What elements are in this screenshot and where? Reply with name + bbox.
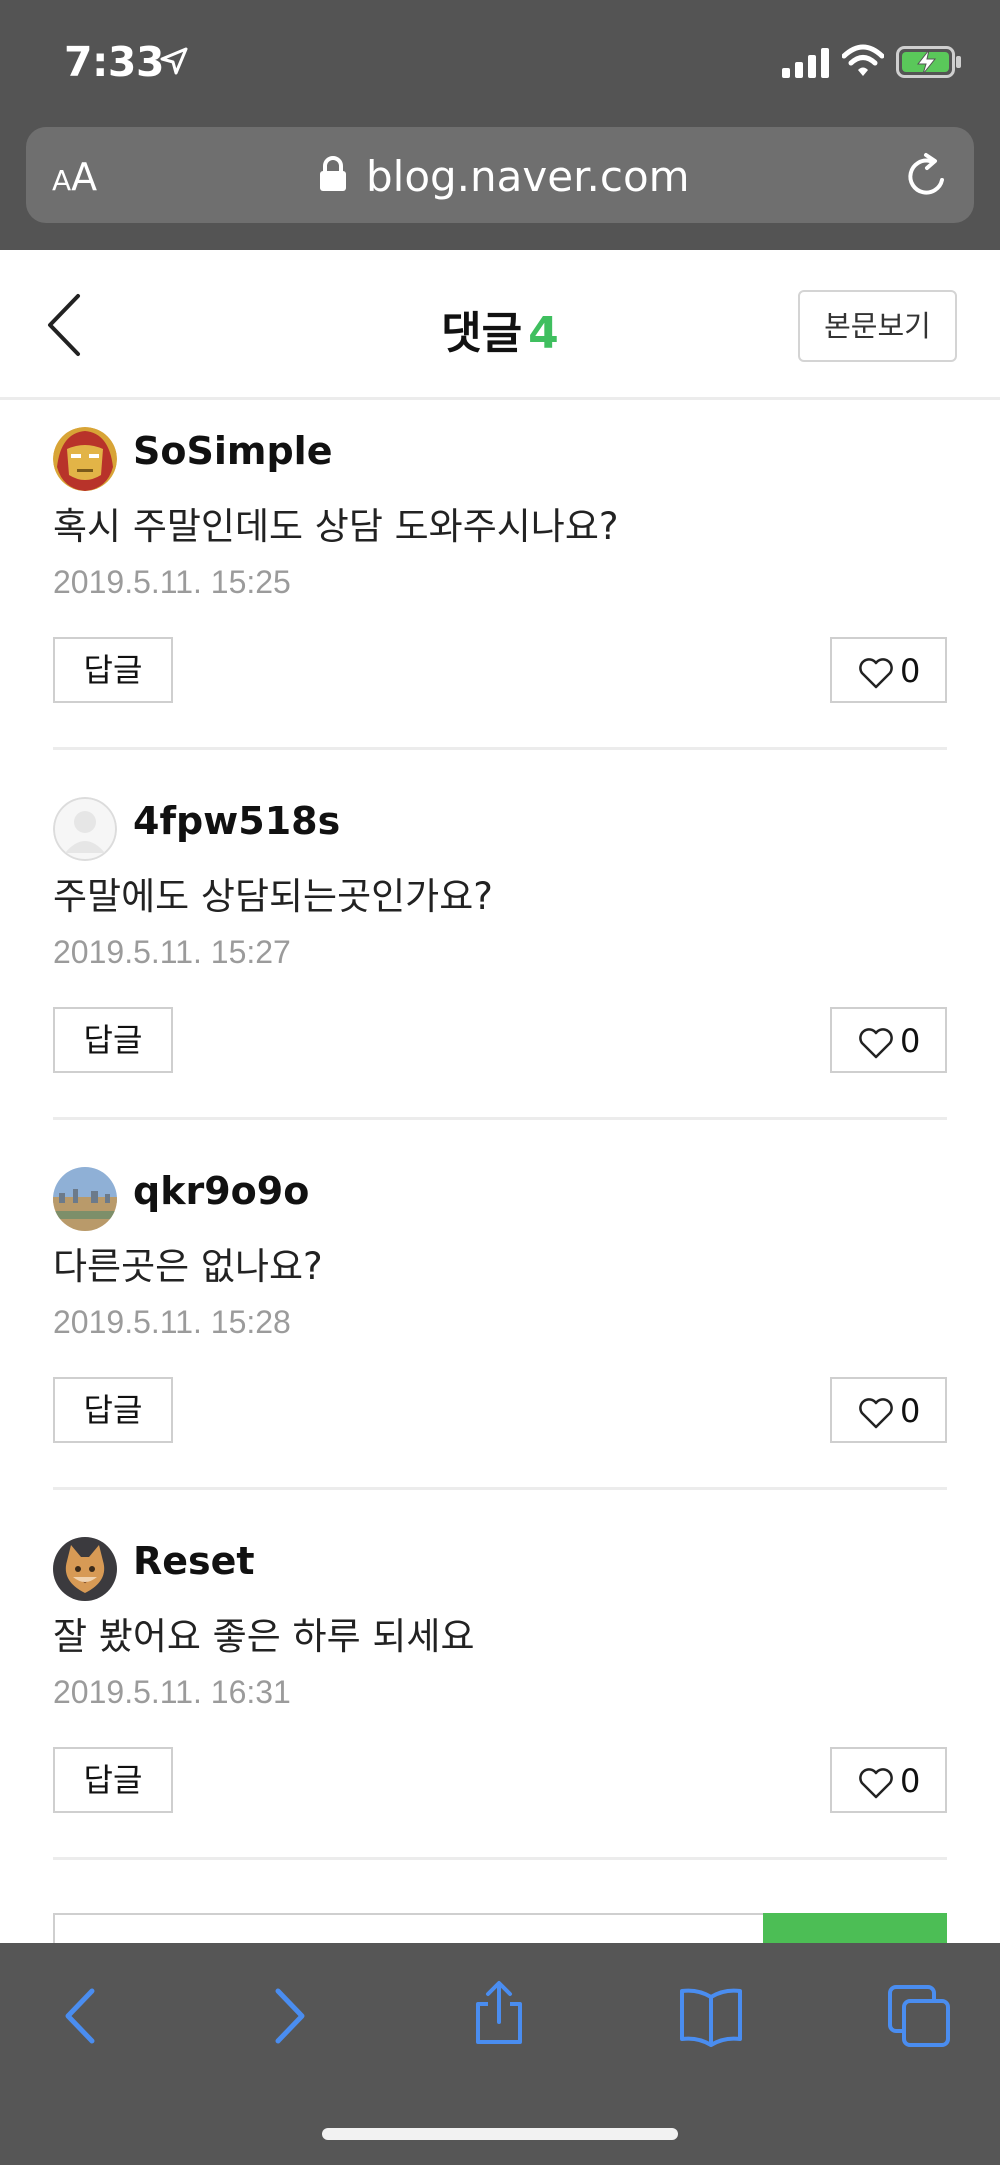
url-text[interactable]: blog.naver.com (366, 152, 690, 201)
lock-icon (320, 156, 346, 191)
heart-icon (859, 658, 893, 689)
comment-item: 4fpw518s 주말에도 상담되는곳인가요? 2019.5.11. 15:27… (0, 770, 1000, 1140)
divider (53, 1487, 947, 1490)
status-time: 7:33 (64, 38, 164, 86)
comment-date: 2019.5.11. 16:31 (53, 1674, 291, 1710)
reply-button[interactable]: 답글 (53, 1007, 173, 1073)
heart-icon (859, 1028, 893, 1059)
heart-icon (859, 1398, 893, 1429)
heart-icon (859, 1768, 893, 1799)
comment-username[interactable]: 4fpw518s (133, 799, 340, 843)
comment-text: 주말에도 상담되는곳인가요? (53, 875, 493, 918)
like-button[interactable]: 0 (830, 1007, 947, 1073)
location-arrow-icon (160, 47, 188, 75)
comment-item: qkr9o9o 다른곳은 없나요? 2019.5.11. 15:28 답글 0 (0, 1140, 1000, 1510)
comment-date: 2019.5.11. 15:25 (53, 564, 291, 600)
like-button[interactable]: 0 (830, 1377, 947, 1443)
comment-text: 혹시 주말인데도 상담 도와주시나요? (53, 505, 619, 548)
reply-button[interactable]: 답글 (53, 637, 173, 703)
comment-date: 2019.5.11. 15:28 (53, 1304, 291, 1340)
comment-text: 다른곳은 없나요? (53, 1245, 323, 1288)
bookmarks-icon[interactable] (678, 1983, 744, 2049)
comment-count: 4 (528, 308, 559, 359)
like-count: 0 (900, 652, 921, 690)
like-count: 0 (900, 1762, 921, 1800)
comment-item: SoSimple 혹시 주말인데도 상담 도와주시나요? 2019.5.11. … (0, 400, 1000, 770)
comment-username[interactable]: Reset (133, 1539, 255, 1583)
comment-date: 2019.5.11. 15:27 (53, 934, 291, 970)
like-count: 0 (900, 1392, 921, 1430)
like-button[interactable]: 0 (830, 1747, 947, 1813)
wifi-icon (842, 44, 884, 76)
comment-username[interactable]: qkr9o9o (133, 1169, 309, 1213)
comment-text: 잘 봤어요 좋은 하루 되세요 (53, 1615, 475, 1658)
reply-button[interactable]: 답글 (53, 1747, 173, 1813)
divider (53, 747, 947, 750)
view-post-button[interactable]: 본문보기 (798, 290, 957, 362)
share-icon[interactable] (466, 1980, 532, 2046)
avatar[interactable] (53, 1537, 117, 1601)
like-button[interactable]: 0 (830, 637, 947, 703)
divider (53, 1857, 947, 1860)
reader-text-size-button[interactable]: AA (52, 155, 97, 199)
comment-username[interactable]: SoSimple (133, 429, 332, 473)
forward-arrow-icon[interactable] (256, 1983, 322, 2049)
tabs-icon[interactable] (886, 1983, 952, 2049)
reply-button[interactable]: 답글 (53, 1377, 173, 1443)
battery-charging-icon (896, 46, 961, 78)
home-indicator[interactable] (322, 2128, 678, 2140)
avatar[interactable] (53, 427, 117, 491)
back-arrow-icon[interactable] (48, 1983, 114, 2049)
reload-icon[interactable] (904, 152, 952, 200)
like-count: 0 (900, 1022, 921, 1060)
page-title-label: 댓글 (441, 308, 523, 359)
divider (53, 1117, 947, 1120)
comment-item: Reset 잘 봤어요 좋은 하루 되세요 2019.5.11. 16:31 답… (0, 1510, 1000, 1880)
avatar[interactable] (53, 797, 117, 861)
signal-icon (782, 48, 829, 78)
avatar[interactable] (53, 1167, 117, 1231)
